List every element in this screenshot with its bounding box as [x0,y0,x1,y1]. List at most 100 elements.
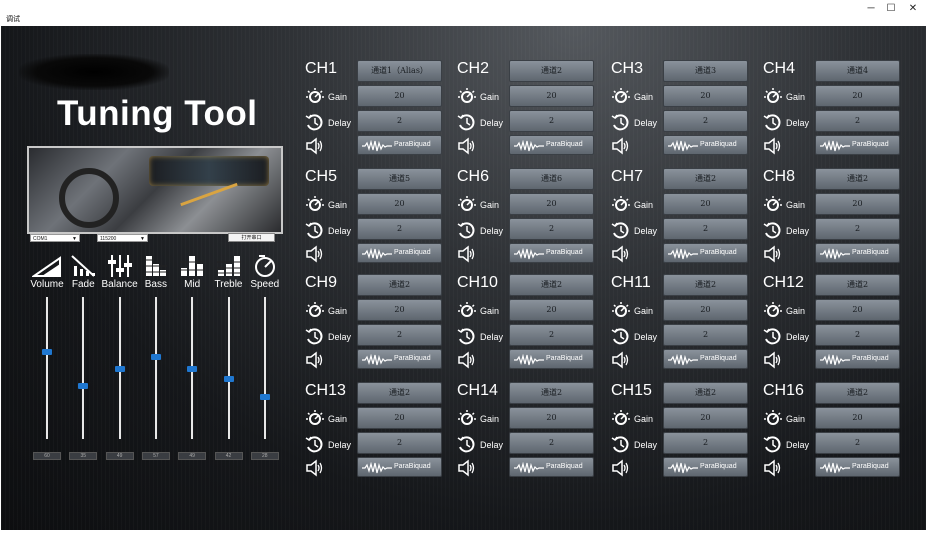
slider-track[interactable] [154,297,157,439]
delay-button[interactable]: 2 [509,110,594,132]
alias-button[interactable]: 通道2 [509,274,594,296]
parabiquad-button[interactable]: ParaBiquad [663,243,748,263]
delay-button[interactable]: 2 [357,218,442,240]
alias-button[interactable]: 通道4 [815,60,900,82]
gain-button[interactable]: 20 [663,85,748,107]
delay-label: Delay [480,226,504,236]
gain-button[interactable]: 20 [815,299,900,321]
speaker-icon[interactable] [611,459,631,477]
gain-button[interactable]: 20 [815,193,900,215]
speaker-icon[interactable] [457,459,477,477]
speaker-icon[interactable] [457,137,477,155]
parabiquad-button[interactable]: ParaBiquad [509,135,594,155]
parabiquad-button[interactable]: ParaBiquad [663,135,748,155]
baud-select[interactable]: 115200 ▼ [97,234,148,242]
parabiquad-button[interactable]: ParaBiquad [509,243,594,263]
channel-name: CH12 [763,274,804,291]
alias-button[interactable]: 通道6 [509,168,594,190]
alias-button[interactable]: 通道2 [815,168,900,190]
delay-button[interactable]: 2 [663,218,748,240]
alias-button[interactable]: 通道2 [509,382,594,404]
speaker-icon[interactable] [763,137,783,155]
slider-thumb[interactable] [114,366,125,373]
speaker-icon[interactable] [611,137,631,155]
speaker-icon[interactable] [611,351,631,369]
alias-button[interactable]: 通道2 [663,274,748,296]
alias-button[interactable]: 通道2 [509,60,594,82]
speaker-icon[interactable] [457,245,477,263]
slider-thumb[interactable] [259,393,270,400]
gain-button[interactable]: 20 [509,193,594,215]
alias-button[interactable]: 通道2 [815,382,900,404]
speaker-icon[interactable] [305,351,325,369]
speaker-icon[interactable] [763,245,783,263]
parabiquad-button[interactable]: ParaBiquad [357,457,442,477]
slider-thumb[interactable] [223,375,234,382]
parabiquad-button[interactable]: ParaBiquad [815,243,900,263]
delay-button[interactable]: 2 [357,110,442,132]
gain-button[interactable]: 20 [357,407,442,429]
gain-button[interactable]: 20 [357,193,442,215]
speaker-icon[interactable] [763,459,783,477]
close-icon[interactable]: ✕ [900,2,926,16]
parabiquad-button[interactable]: ParaBiquad [815,349,900,369]
slider-track[interactable] [82,297,85,439]
gain-button[interactable]: 20 [357,299,442,321]
speaker-icon[interactable] [611,245,631,263]
slider-track[interactable] [263,297,266,439]
delay-label: Delay [328,226,352,236]
parabiquad-button[interactable]: ParaBiquad [663,457,748,477]
gain-button[interactable]: 20 [815,407,900,429]
parabiquad-button[interactable]: ParaBiquad [357,135,442,155]
speaker-icon[interactable] [305,137,325,155]
alias-button[interactable]: 通道2 [663,382,748,404]
alias-button[interactable]: 通道2 [815,274,900,296]
parabiquad-button[interactable]: ParaBiquad [357,349,442,369]
alias-button[interactable]: 通道3 [663,60,748,82]
parabiquad-button[interactable]: ParaBiquad [815,135,900,155]
parabiquad-button[interactable]: ParaBiquad [815,457,900,477]
gain-button[interactable]: 20 [509,407,594,429]
alias-button[interactable]: 通道2 [663,168,748,190]
delay-button[interactable]: 2 [663,432,748,454]
speaker-icon[interactable] [305,245,325,263]
alias-button[interactable]: 通道2 [357,382,442,404]
speaker-icon[interactable] [305,459,325,477]
delay-button[interactable]: 2 [815,324,900,346]
slider-thumb[interactable] [187,366,198,373]
parabiquad-button[interactable]: ParaBiquad [663,349,748,369]
slider-thumb[interactable] [150,354,161,361]
gain-button[interactable]: 20 [663,299,748,321]
eq-value: 35 [69,452,98,460]
gain-button[interactable]: 20 [663,193,748,215]
parabiquad-button[interactable]: ParaBiquad [509,457,594,477]
delay-button[interactable]: 2 [663,324,748,346]
gain-button[interactable]: 20 [815,85,900,107]
gain-button[interactable]: 20 [663,407,748,429]
speaker-icon[interactable] [457,351,477,369]
alias-button[interactable]: 通道2 [357,274,442,296]
alias-button[interactable]: 通道1（Alias） [357,60,442,82]
delay-button[interactable]: 2 [815,432,900,454]
delay-button[interactable]: 2 [357,432,442,454]
delay-button[interactable]: 2 [357,324,442,346]
slider-track[interactable] [227,297,230,439]
gain-button[interactable]: 20 [509,85,594,107]
delay-button[interactable]: 2 [815,218,900,240]
slider-thumb[interactable] [42,348,52,355]
slider-track[interactable] [46,297,48,439]
parabiquad-button[interactable]: ParaBiquad [357,243,442,263]
alias-button[interactable]: 通道5 [357,168,442,190]
parabiquad-button[interactable]: ParaBiquad [509,349,594,369]
port-select[interactable]: COM1 ▼ [30,234,80,242]
gain-button[interactable]: 20 [509,299,594,321]
delay-button[interactable]: 2 [509,218,594,240]
delay-button[interactable]: 2 [663,110,748,132]
gain-button[interactable]: 20 [357,85,442,107]
slider-thumb[interactable] [78,382,89,389]
speaker-icon[interactable] [763,351,783,369]
delay-button[interactable]: 2 [509,324,594,346]
open-port-button[interactable]: 打开串口 [228,233,275,242]
delay-button[interactable]: 2 [509,432,594,454]
delay-button[interactable]: 2 [815,110,900,132]
